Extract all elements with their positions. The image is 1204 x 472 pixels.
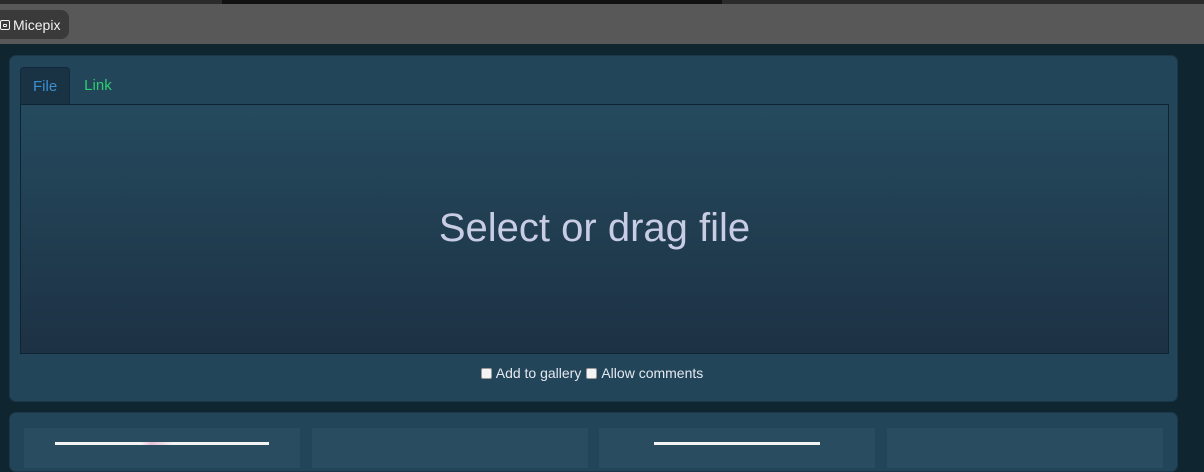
tab-file[interactable]: File	[20, 67, 71, 105]
gallery-thumbnail[interactable]	[24, 428, 300, 468]
tab-link[interactable]: Link	[70, 67, 126, 105]
gallery-thumbnail[interactable]	[887, 428, 1163, 468]
top-bar: Micepix	[0, 4, 1204, 44]
file-dropzone[interactable]: Select or drag file	[20, 104, 1169, 354]
brand-name: Micepix	[13, 16, 61, 33]
allow-comments-label: Allow comments	[601, 365, 704, 381]
upload-options: Add to gallery Allow comments	[10, 365, 1179, 381]
image-icon	[0, 19, 10, 30]
add-to-gallery-label: Add to gallery	[495, 365, 582, 381]
upload-tabs: File Link	[20, 67, 126, 105]
thumbnail-image	[55, 442, 269, 445]
gallery-panel	[9, 412, 1178, 472]
allow-comments-option[interactable]: Allow comments	[586, 365, 703, 381]
upload-panel: File Link Select or drag file Add to gal…	[9, 55, 1178, 402]
brand-link[interactable]: Micepix	[0, 10, 70, 39]
thumbnail-image	[654, 442, 820, 445]
allow-comments-checkbox[interactable]	[586, 367, 598, 379]
gallery-thumbnail[interactable]	[599, 428, 875, 468]
add-to-gallery-option[interactable]: Add to gallery	[480, 365, 582, 381]
gallery-thumbnail[interactable]	[312, 428, 588, 468]
add-to-gallery-checkbox[interactable]	[480, 367, 492, 379]
dropzone-label: Select or drag file	[438, 205, 751, 250]
